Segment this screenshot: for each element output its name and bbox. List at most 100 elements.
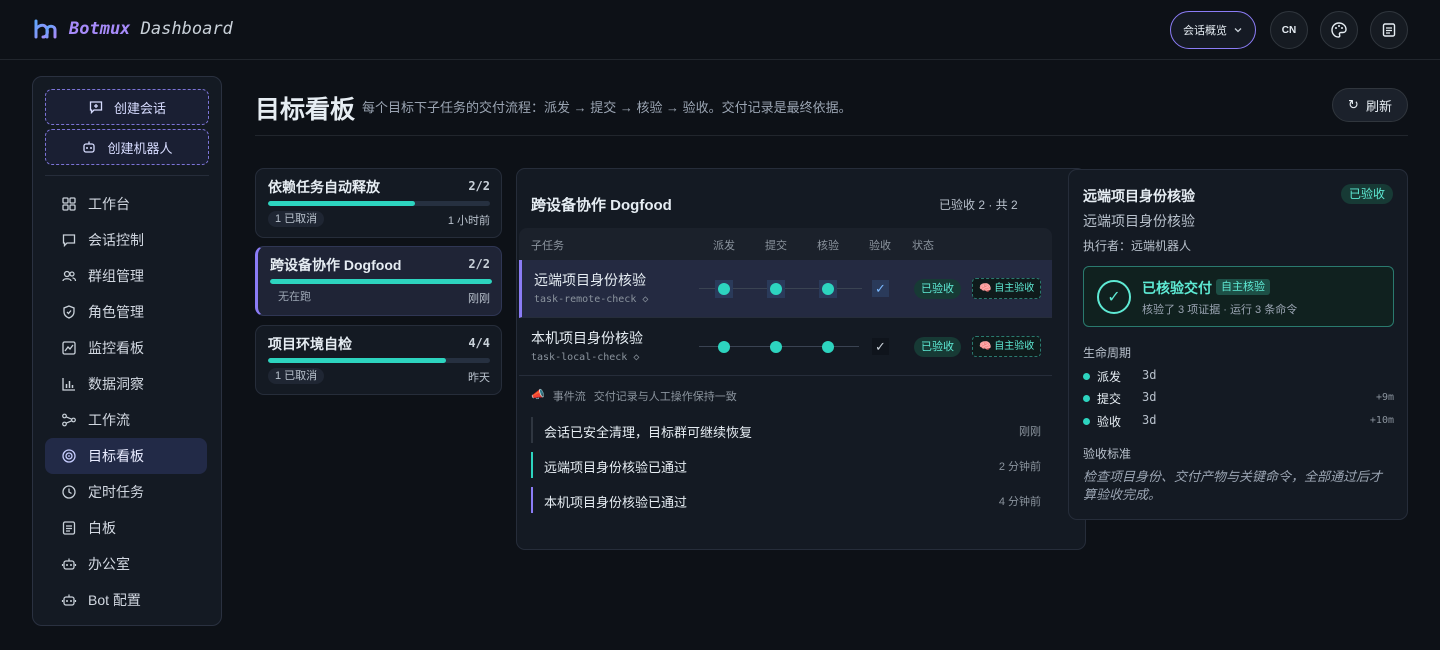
goal-count: 2/2 [468, 179, 490, 193]
event-text: 远端项目身份核验已通过 [544, 460, 688, 475]
stage-done-dot [822, 341, 834, 353]
subtask-detail-panel: 远端项目身份核验 已验收 远端项目身份核验 执行者：远端机器人 ✓ 已核验交付 … [1068, 169, 1408, 520]
goal-card[interactable]: 项目环境自检 4/4 1 已取消 昨天 [255, 325, 502, 395]
goal-progress-fill [268, 358, 446, 363]
subtask-title: 本机项目身份核验 [531, 330, 643, 346]
sidebar-item-label: 群组管理 [88, 268, 144, 284]
subtask-executor: 执行者：远端机器人 [1083, 239, 1192, 253]
lifecycle-item: 验收 3d +10m [1083, 413, 1394, 431]
status-badge: 已验收 [1340, 184, 1393, 204]
goal-progress-fill [268, 201, 415, 206]
event-stream-header: 📣 事件流 交付记录与人工操作保持一致 [531, 388, 737, 404]
megaphone-icon: 📣 [531, 389, 545, 401]
sidebar-item-workflow[interactable]: 工作流 [45, 402, 207, 438]
sidebar-item-label: 目标看板 [88, 448, 144, 464]
top-header: Botmux Dashboard 会话概览 CN [0, 0, 1440, 60]
subtask-id: task-local-check ◇ [531, 352, 640, 363]
stage-done-dot [822, 283, 834, 295]
stage-done-dot [770, 283, 782, 295]
sidebar-item-bot-config[interactable]: Bot 配置 [45, 582, 207, 618]
check-icon: ✓ [872, 280, 889, 297]
stage-submit [767, 338, 785, 356]
sidebar-item-session-control[interactable]: 会话控制 [45, 222, 207, 258]
criteria-label: 验收标准 [1083, 447, 1132, 461]
theme-button[interactable] [1320, 11, 1358, 49]
create-session-button[interactable]: 创建会话 [45, 89, 209, 125]
column-status: 状态 [912, 240, 934, 252]
sidebar-item-label: 数据洞察 [88, 376, 144, 392]
refresh-button[interactable]: ↻ 刷新 [1332, 88, 1408, 122]
refresh-label: 刷新 [1365, 98, 1392, 114]
sidebar-item-roles[interactable]: 角色管理 [45, 294, 207, 330]
refresh-icon: ↻ [1348, 97, 1359, 112]
stage-verify [819, 338, 837, 356]
auto-accept-badge: 🧠 自主验收 [972, 278, 1042, 299]
sidebar-item-office[interactable]: 办公室 [45, 546, 207, 582]
goal-progress-bar [270, 279, 492, 284]
stage-dispatch [715, 280, 733, 298]
goal-card-selected[interactable]: 跨设备协作 Dogfood 2/2 无在跑 刚刚 [255, 246, 502, 316]
goal-title: 项目环境自检 [268, 336, 352, 352]
robot-icon [83, 141, 96, 153]
main-divider [255, 135, 1408, 136]
sidebar-item-monitor[interactable]: 监控看板 [45, 330, 207, 366]
brand[interactable]: Botmux Dashboard [33, 18, 233, 40]
column-submit: 提交 [765, 240, 787, 252]
sidebar-item-goal-board[interactable]: 目标看板 [45, 438, 207, 474]
sidebar-item-label: 办公室 [88, 556, 130, 572]
robot-icon [61, 558, 77, 570]
column-dispatch: 派发 [713, 240, 735, 252]
goal-updated-time: 刚刚 [468, 293, 490, 305]
create-bot-button[interactable]: 创建机器人 [45, 129, 209, 165]
lifecycle-delta: +9m [1375, 392, 1394, 403]
verified-note: 核验了 3 项证据 · 运行 3 条命令 [1142, 304, 1298, 316]
lifecycle-name: 提交 [1097, 392, 1122, 406]
goal-count: 4/4 [468, 336, 490, 350]
monitor-icon [62, 341, 76, 355]
sidebar-item-label: 工作流 [88, 412, 130, 428]
subtask-table-header: 子任务 派发 提交 核验 验收 状态 [519, 228, 1052, 260]
notes-button[interactable] [1370, 11, 1408, 49]
lifecycle-value: 3d [1142, 413, 1157, 427]
subtask-title: 远端项目身份核验 [534, 272, 646, 288]
goal-updated-time: 1 小时前 [447, 215, 490, 227]
clock-icon [62, 485, 76, 499]
lifecycle-value: 3d [1142, 390, 1157, 404]
column-accept: 验收 [869, 240, 891, 252]
view-select[interactable]: 会话概览 [1170, 11, 1256, 49]
event-time: 2 分钟前 [998, 461, 1041, 473]
sidebar-item-insights[interactable]: 数据洞察 [45, 366, 207, 402]
page-description: 每个目标下子任务的交付流程：派发 → 提交 → 核验 → 验收。交付记录是最终依… [362, 100, 852, 115]
sidebar-item-label: 工作台 [88, 196, 130, 212]
goal-detail-panel: 跨设备协作 Dogfood 已验收 2 · 共 2 子任务 派发 提交 核验 验… [516, 168, 1086, 550]
brand-name: Botmux Dashboard [69, 19, 233, 39]
chat-icon [62, 234, 76, 248]
document-icon [1382, 23, 1396, 37]
lifecycle-item: 派发 3d [1083, 368, 1394, 386]
sidebar-item-scheduled-tasks[interactable]: 定时任务 [45, 474, 207, 510]
goal-cancelled-badge: 1 已取消 [268, 368, 325, 384]
chat-plus-icon [89, 101, 103, 115]
goal-detail-title: 跨设备协作 Dogfood [531, 197, 672, 214]
target-icon [62, 449, 76, 463]
goal-title: 依赖任务自动释放 [268, 179, 380, 195]
event-text: 会话已安全清理，目标群可继续恢复 [544, 425, 753, 440]
language-label: CN [1281, 24, 1297, 36]
document-icon [62, 521, 76, 535]
lifecycle-name: 派发 [1097, 370, 1122, 384]
column-task: 子任务 [531, 240, 564, 252]
verified-delivery-card: ✓ 已核验交付 自主核验 核验了 3 项证据 · 运行 3 条命令 [1083, 266, 1394, 327]
sidebar-item-whiteboard[interactable]: 白板 [45, 510, 207, 546]
acceptance-criteria: 检查项目身份、交付产物与关键命令，全部通过后才算验收完成。 [1083, 469, 1383, 502]
subtask-row[interactable]: 本机项目身份核验 task-local-check ◇ ✓ 已验收 🧠 自主验收 [519, 318, 1052, 376]
status-badge: 已验收 [914, 279, 961, 299]
goal-card[interactable]: 依赖任务自动释放 2/2 1 已取消 1 小时前 [255, 168, 502, 238]
language-button[interactable]: CN [1270, 11, 1308, 49]
page-title: 目标看板 [255, 96, 356, 124]
sidebar-item-groups[interactable]: 群组管理 [45, 258, 207, 294]
shield-icon [63, 305, 75, 319]
goal-progress-bar [268, 358, 490, 363]
subtask-row-selected[interactable]: 远端项目身份核验 task-remote-check ◇ ✓ 已验收 🧠 自主验… [519, 260, 1052, 318]
sidebar-item-workbench[interactable]: 工作台 [45, 186, 207, 222]
lifecycle-label: 生命周期 [1083, 346, 1132, 360]
